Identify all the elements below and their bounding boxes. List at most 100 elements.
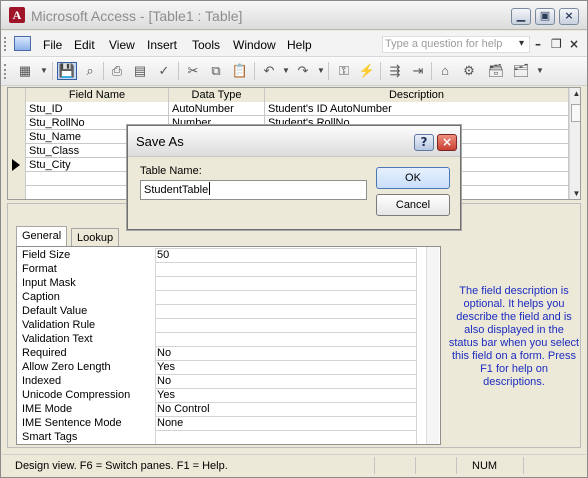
menu-help[interactable]: Help xyxy=(287,38,312,52)
property-row[interactable]: Smart Tags xyxy=(17,430,441,444)
spelling-icon[interactable]: ✓ xyxy=(154,62,174,80)
print-icon[interactable]: ⎙ xyxy=(107,62,127,80)
window-title-bar[interactable]: A Microsoft Access - [Table1 : Table] ▁ … xyxy=(1,1,587,30)
property-value[interactable]: No Control xyxy=(155,402,417,416)
properties-scrollbar[interactable] xyxy=(426,247,439,444)
property-row[interactable]: Indexed No xyxy=(17,374,441,388)
search-icon[interactable]: ⌕ xyxy=(80,62,100,80)
field-name-cell[interactable]: Stu_ID xyxy=(26,102,169,116)
new-object-dropdown-icon[interactable]: ▼ xyxy=(536,66,544,75)
property-row[interactable]: Format xyxy=(17,262,441,276)
row-selector[interactable] xyxy=(8,130,26,144)
menu-file[interactable]: File xyxy=(43,38,62,52)
tab-general[interactable]: General xyxy=(16,226,68,247)
row-selector[interactable] xyxy=(8,186,26,199)
table-name-input[interactable]: StudentTable xyxy=(140,180,367,200)
ask-question-input[interactable]: Type a question for help xyxy=(382,36,530,53)
property-value[interactable]: Yes xyxy=(155,388,417,402)
copy-icon[interactable]: ⧉ xyxy=(206,62,226,80)
property-row[interactable]: IME Sentence Mode None xyxy=(17,416,441,430)
new-object-icon[interactable]: 🗂 xyxy=(511,62,531,80)
view-icon[interactable]: ▦ xyxy=(15,62,35,80)
minimize-button[interactable]: ▁ xyxy=(511,8,531,25)
property-value[interactable]: None xyxy=(155,416,417,430)
indexes-icon[interactable]: ⚙ xyxy=(459,62,479,80)
property-row[interactable]: IME Mode No Control xyxy=(17,402,441,416)
row-selector[interactable] xyxy=(8,116,26,130)
menu-view[interactable]: View xyxy=(109,38,135,52)
menu-edit[interactable]: Edit xyxy=(74,38,95,52)
property-row[interactable]: Unicode Compression Yes xyxy=(17,388,441,402)
view-dropdown-icon[interactable]: ▼ xyxy=(40,66,48,75)
paste-icon[interactable]: 📋 xyxy=(230,62,250,80)
database-window-icon[interactable]: 🗃 xyxy=(486,62,506,80)
property-value[interactable] xyxy=(155,276,417,290)
property-value[interactable] xyxy=(155,318,417,332)
property-value[interactable] xyxy=(155,304,417,318)
description-cell[interactable]: Student's ID AutoNumber xyxy=(265,102,569,116)
undo-dropdown-icon[interactable]: ▼ xyxy=(282,66,290,75)
delete-rows-icon[interactable]: ⇥ xyxy=(408,62,428,80)
property-value[interactable]: No xyxy=(155,374,417,388)
redo-icon[interactable]: ↷ xyxy=(293,62,313,80)
menu-window[interactable]: Window xyxy=(233,38,276,52)
save-icon[interactable]: 💾 xyxy=(57,62,77,80)
toolbar-separator xyxy=(52,62,53,80)
property-row[interactable]: Allow Zero Length Yes xyxy=(17,360,441,374)
print-preview-icon[interactable]: ▤ xyxy=(130,62,150,80)
menu-grip-icon[interactable] xyxy=(4,37,8,51)
property-value[interactable] xyxy=(155,262,417,276)
help-icon[interactable]: ? xyxy=(414,134,434,151)
menu-insert[interactable]: Insert xyxy=(147,38,177,52)
property-row[interactable]: Field Size 50 xyxy=(17,248,441,262)
scroll-thumb[interactable] xyxy=(571,104,580,122)
close-button[interactable]: × xyxy=(559,8,579,25)
field-name-header: Field Name xyxy=(26,88,169,102)
document-restore-button[interactable]: ❐ xyxy=(551,37,562,51)
properties-icon[interactable]: ⌂ xyxy=(435,62,455,80)
document-close-button[interactable]: × xyxy=(569,37,579,51)
dialog-title-bar[interactable]: Save As ? × xyxy=(128,126,460,157)
menu-tools[interactable]: Tools xyxy=(192,38,220,52)
scroll-up-icon[interactable]: ▲ xyxy=(570,88,580,101)
key-icon[interactable]: ⚿ xyxy=(334,62,354,80)
close-icon[interactable]: × xyxy=(437,134,457,151)
property-row[interactable]: Validation Rule xyxy=(17,318,441,332)
row-selector[interactable] xyxy=(8,172,26,186)
access-app-icon[interactable]: A xyxy=(9,7,25,23)
ask-question-dropdown-icon[interactable]: ▾ xyxy=(519,38,524,49)
property-row[interactable]: Validation Text xyxy=(17,332,441,346)
property-value[interactable] xyxy=(155,290,417,304)
property-value[interactable]: No xyxy=(155,346,417,360)
property-row[interactable]: Required No xyxy=(17,346,441,360)
property-value[interactable]: 50 xyxy=(155,248,417,262)
insert-rows-icon[interactable]: ⇶ xyxy=(385,62,405,80)
row-selector[interactable] xyxy=(8,102,26,116)
toolbar-grip-icon[interactable] xyxy=(4,64,8,79)
row-selector[interactable] xyxy=(8,144,26,158)
property-value[interactable] xyxy=(155,332,417,346)
redo-dropdown-icon[interactable]: ▼ xyxy=(317,66,325,75)
cancel-button[interactable]: Cancel xyxy=(376,194,450,216)
grid-vertical-scrollbar[interactable]: ▲ ▼ xyxy=(569,88,580,199)
property-label: Validation Rule xyxy=(22,319,96,331)
database-window-icon[interactable] xyxy=(14,36,31,51)
cut-icon[interactable]: ✂ xyxy=(183,62,203,80)
data-type-header: Data Type xyxy=(169,88,265,102)
property-row[interactable]: Default Value xyxy=(17,304,441,318)
document-minimize-button[interactable]: – xyxy=(535,37,541,51)
property-value[interactable]: Yes xyxy=(155,360,417,374)
tab-lookup[interactable]: Lookup xyxy=(71,228,120,247)
property-row[interactable]: Caption xyxy=(17,290,441,304)
maximize-button[interactable]: ▣ xyxy=(535,8,555,25)
property-label: Format xyxy=(22,263,57,275)
builder-icon[interactable]: ⚡ xyxy=(357,62,377,80)
property-value[interactable] xyxy=(155,430,417,444)
ok-button[interactable]: OK xyxy=(376,167,450,189)
property-row[interactable]: Input Mask xyxy=(17,276,441,290)
undo-icon[interactable]: ↶ xyxy=(259,62,279,80)
table-row[interactable]: Stu_ID AutoNumber Student's ID AutoNumbe… xyxy=(8,102,569,116)
scroll-down-icon[interactable]: ▼ xyxy=(570,188,580,199)
data-type-cell[interactable]: AutoNumber xyxy=(169,102,265,116)
current-row-selector[interactable] xyxy=(8,158,26,172)
